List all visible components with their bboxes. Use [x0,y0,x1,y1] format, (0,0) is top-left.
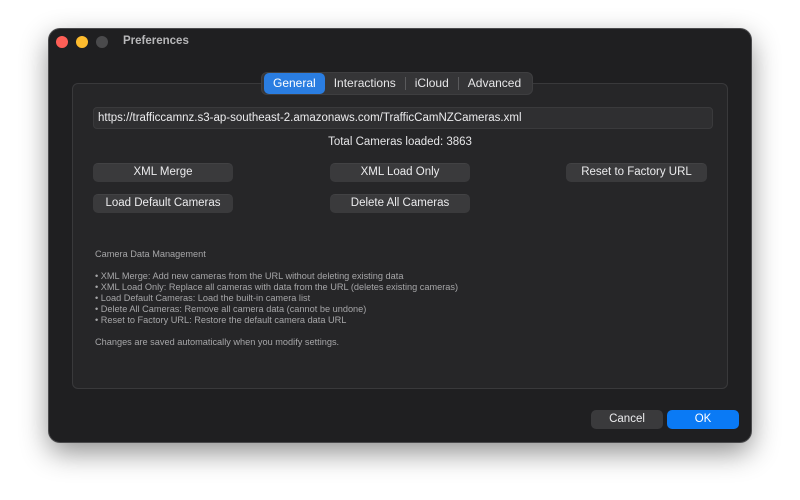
xml-load-only-button[interactable]: XML Load Only [330,163,470,182]
tab-icloud[interactable]: iCloud [406,73,458,94]
zoom-window-button [96,36,108,48]
tab-interactions[interactable]: Interactions [325,73,405,94]
ok-button[interactable]: OK [667,410,739,429]
description-item: • Delete All Cameras: Remove all camera … [95,304,367,314]
tab-bar: General Interactions iCloud Advanced [261,72,534,95]
tab-general[interactable]: General [264,73,325,94]
description-item: • Load Default Cameras: Load the built-i… [95,293,311,303]
xml-merge-button[interactable]: XML Merge [93,163,233,182]
load-default-cameras-button[interactable]: Load Default Cameras [93,194,233,213]
minimize-window-button[interactable] [76,36,88,48]
tab-advanced[interactable]: Advanced [459,73,530,94]
description-item: • XML Merge: Add new cameras from the UR… [95,271,404,281]
total-cameras-label: Total Cameras loaded: 3863 [328,136,472,148]
description-footer: Changes are saved automatically when you… [95,337,340,347]
camera-data-description: Camera Data Management • XML Merge: Add … [95,249,695,348]
delete-all-cameras-button[interactable]: Delete All Cameras [330,194,470,213]
window-title: Preferences [123,35,189,47]
description-heading: Camera Data Management [95,249,206,259]
close-window-button[interactable] [56,36,68,48]
description-item: • Reset to Factory URL: Restore the defa… [95,315,347,325]
cancel-button[interactable]: Cancel [591,410,663,429]
url-field[interactable]: https://trafficcamnz.s3-ap-southeast-2.a… [93,107,713,129]
reset-factory-url-button[interactable]: Reset to Factory URL [566,163,707,182]
title-bar[interactable]: Preferences [49,29,751,57]
preferences-window: Preferences General Interactions iCloud … [49,29,751,442]
description-item: • XML Load Only: Replace all cameras wit… [95,282,459,292]
